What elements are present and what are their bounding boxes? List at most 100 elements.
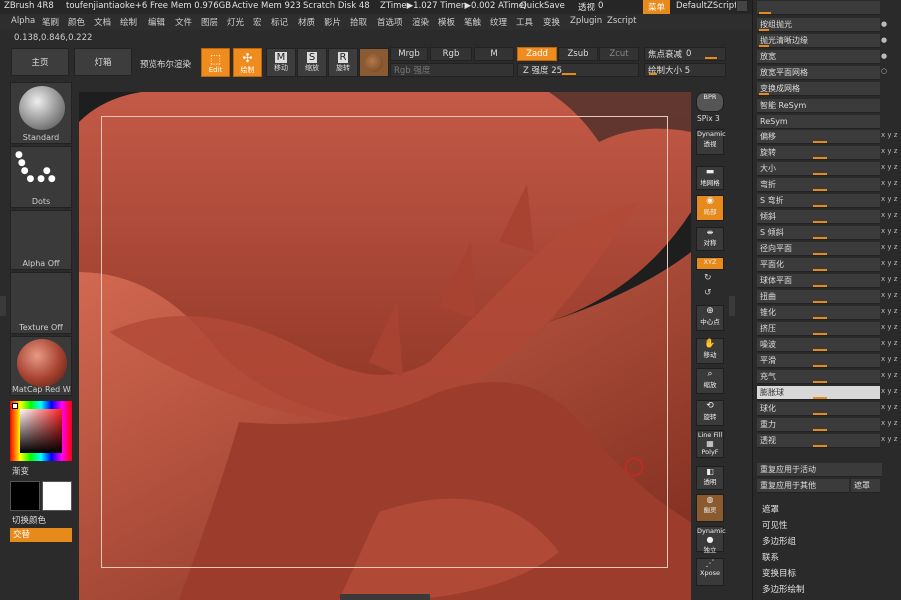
axis-xyz-icon[interactable]: x y z: [881, 131, 897, 139]
menu-draw[interactable]: 绘制: [120, 16, 137, 28]
menu-light[interactable]: 灯光: [227, 16, 244, 28]
deformation-taper[interactable]: 锥化: [757, 306, 880, 320]
axis-xyz-icon[interactable]: x y z: [881, 147, 897, 155]
quicksave-button[interactable]: QuickSave: [520, 1, 565, 11]
deformation-offset[interactable]: 偏移: [757, 130, 880, 144]
menu-zscript[interactable]: Zscript: [607, 16, 637, 26]
color-picker[interactable]: [10, 401, 72, 461]
deformation-sphere-plane[interactable]: 球体平面: [757, 274, 880, 288]
draw-size-slider[interactable]: 绘制大小 5: [644, 63, 726, 77]
color-picker-square[interactable]: [20, 409, 62, 453]
deformation-size[interactable]: 大小: [757, 162, 880, 176]
polish-by-groups-slider[interactable]: 按组抛光: [757, 18, 880, 32]
menu-stroke[interactable]: 笔触: [464, 16, 481, 28]
home-button[interactable]: 主页: [11, 48, 69, 76]
menu-stencil[interactable]: 模板: [438, 16, 455, 28]
resym-button[interactable]: ReSym: [757, 115, 880, 129]
alpha-selector[interactable]: Alpha Off: [10, 210, 72, 270]
polyframe-button[interactable]: Line Fill ▦ PolyF: [696, 430, 724, 458]
menu-render[interactable]: 渲染: [412, 16, 429, 28]
alternate-button[interactable]: 交替: [10, 528, 72, 542]
toggle-dot-icon[interactable]: ●: [881, 20, 887, 28]
move-button[interactable]: M 移动: [266, 48, 296, 77]
rgb-intensity-slider[interactable]: Rgb 强度: [390, 63, 514, 77]
axis-xyz-icon[interactable]: x y z: [881, 195, 897, 203]
menu-layer[interactable]: 图层: [201, 16, 218, 28]
deformation-radial-plane[interactable]: 径向平面: [757, 242, 880, 256]
menu-marker[interactable]: 标记: [271, 16, 288, 28]
menus-button[interactable]: 菜单: [643, 0, 671, 14]
axis-xyz-icon[interactable]: x y z: [881, 355, 897, 363]
lightbox-button[interactable]: 灯箱: [74, 48, 132, 76]
deformation-inflate[interactable]: 充气: [757, 370, 880, 384]
polish-crisp-edges-slider[interactable]: 抛光清晰边缘: [757, 34, 880, 48]
contact-section[interactable]: 联系: [762, 551, 779, 563]
menu-macro[interactable]: 宏: [253, 16, 262, 28]
zadd-button[interactable]: Zadd: [517, 47, 557, 61]
draw-button[interactable]: ✣ 绘制: [233, 48, 262, 77]
axis-xyz-icon[interactable]: x y z: [881, 275, 897, 283]
axis-xyz-icon[interactable]: x y z: [881, 211, 897, 219]
relax-slider[interactable]: 放宽: [757, 50, 880, 64]
right-tray-handle[interactable]: [729, 296, 735, 316]
deformation-skew[interactable]: 倾斜: [757, 210, 880, 224]
symmetry-button[interactable]: ⇼ 对称: [696, 227, 724, 251]
polypaint-section[interactable]: 多边形绘制: [762, 583, 805, 595]
left-tray-handle[interactable]: [0, 296, 6, 316]
edit-button[interactable]: ⬚ Edit: [201, 48, 230, 77]
main-color-swatch[interactable]: [10, 481, 40, 511]
axis-xyz-icon[interactable]: x y z: [881, 339, 897, 347]
visibility-section[interactable]: 可见性: [762, 519, 788, 531]
stroke-selector[interactable]: ● ● ● ● ● ● ● Dots: [10, 146, 72, 208]
menu-edit[interactable]: 编辑: [148, 16, 165, 28]
axis-xyz-icon[interactable]: x y z: [881, 435, 897, 443]
local-symmetry-button[interactable]: ◉ 局部: [696, 195, 724, 221]
axis-xyz-icon[interactable]: x y z: [881, 243, 897, 251]
focal-shift-slider[interactable]: 焦点衰减 0: [644, 47, 726, 61]
axis-xyz-icon[interactable]: x y z: [881, 291, 897, 299]
palette-row[interactable]: [757, 1, 880, 15]
xpose-button[interactable]: ⋰ Xpose: [696, 558, 724, 586]
smart-resym-button[interactable]: 智能 ReSym: [757, 99, 880, 113]
rotate-z-icon[interactable]: ↺: [704, 288, 712, 298]
deformation-flatten[interactable]: 平面化: [757, 258, 880, 272]
axis-xyz-icon[interactable]: x y z: [881, 163, 897, 171]
axis-xyz-icon[interactable]: x y z: [881, 227, 897, 235]
mrgb-button[interactable]: Mrgb: [390, 47, 428, 61]
window-control-icon[interactable]: [736, 0, 748, 12]
axis-xyz-icon[interactable]: x y z: [881, 403, 897, 411]
menu-transform[interactable]: 变换: [543, 16, 560, 28]
axis-xyz-icon[interactable]: x y z: [881, 371, 897, 379]
morph-target-section[interactable]: 变换目标: [762, 567, 796, 579]
deformation-s-bend[interactable]: S 弯折: [757, 194, 880, 208]
spix-setting[interactable]: SPix 3: [697, 114, 720, 123]
perspective-button[interactable]: Dynamic 透视: [696, 129, 726, 155]
rotate-button[interactable]: R 旋转: [328, 48, 358, 77]
menu-zplugin[interactable]: Zplugin: [570, 16, 602, 26]
floor-grid-button[interactable]: ▬ 地网格: [696, 166, 724, 190]
solo-button[interactable]: Dynamic ● 独立: [696, 526, 726, 554]
masking-section[interactable]: 遮罩: [762, 503, 779, 515]
menu-tool[interactable]: 工具: [516, 16, 533, 28]
deformation-perspective[interactable]: 透视: [757, 434, 880, 448]
menu-picker[interactable]: 拾取: [350, 16, 367, 28]
deformation-inflate-balloon[interactable]: 膨胀球: [757, 386, 880, 400]
axis-xyz-icon[interactable]: x y z: [881, 179, 897, 187]
bpr-preview-label[interactable]: 预览布尔渲染: [140, 58, 191, 70]
default-zscript[interactable]: DefaultZScript: [676, 1, 738, 11]
xyz-button[interactable]: XYZ: [696, 257, 724, 270]
zcut-button[interactable]: Zcut: [599, 47, 639, 61]
convert-to-grid-slider[interactable]: 变换成网格: [757, 82, 880, 96]
polygroups-section[interactable]: 多边形组: [762, 535, 796, 547]
deformation-twist[interactable]: 扭曲: [757, 290, 880, 304]
repeat-to-active-button[interactable]: 重复应用于活动: [757, 463, 882, 477]
axis-xyz-icon[interactable]: x y z: [881, 323, 897, 331]
mask-button[interactable]: 遮罩: [851, 479, 880, 493]
toggle-circle-icon[interactable]: ○: [881, 67, 887, 75]
rotate-view-button[interactable]: ⟲ 旋转: [696, 400, 724, 426]
ghost-button[interactable]: ◍ 幽灵: [696, 494, 724, 522]
material-swatch-button[interactable]: [359, 48, 389, 77]
bpr-button[interactable]: BPR: [696, 92, 724, 112]
deformation-spherize[interactable]: 球化: [757, 402, 880, 416]
repeat-to-other-button[interactable]: 重复应用于其他: [757, 479, 849, 493]
